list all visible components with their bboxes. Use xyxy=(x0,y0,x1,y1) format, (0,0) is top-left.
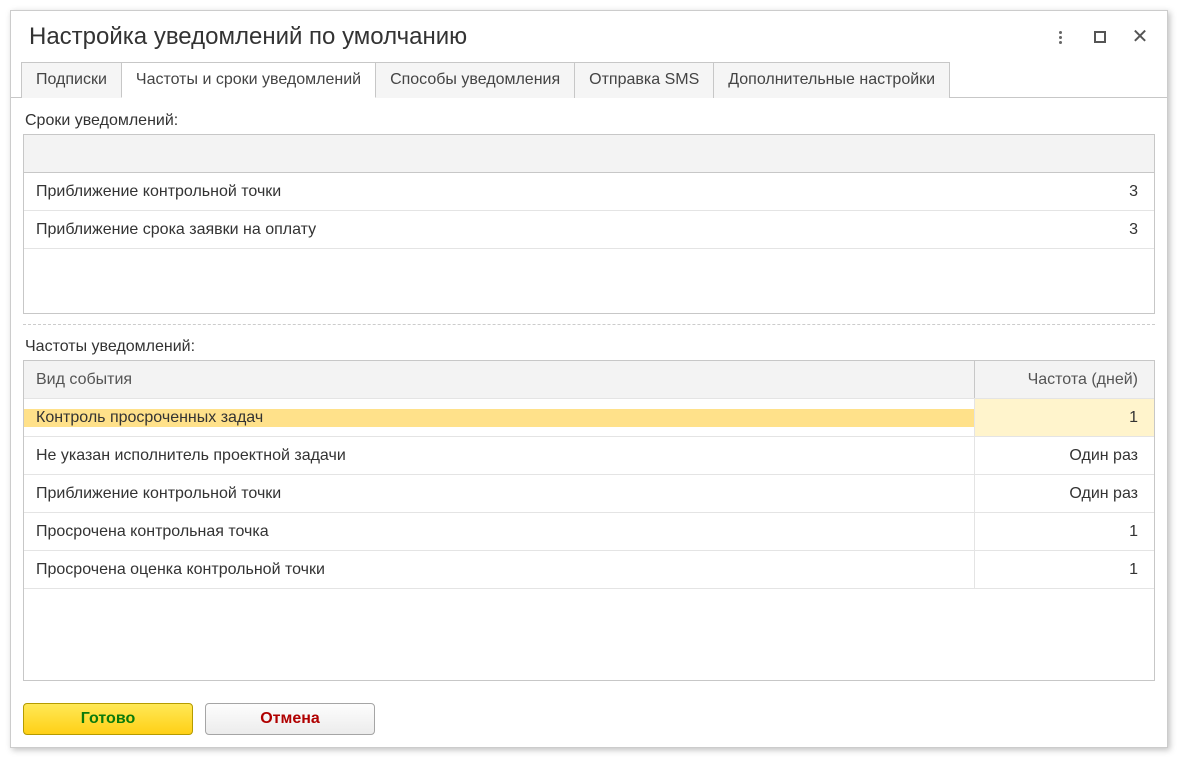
event-name: Контроль просроченных задач xyxy=(24,409,974,427)
kebab-icon xyxy=(1059,31,1062,44)
table-row[interactable]: Просрочена оценка контрольной точки 1 xyxy=(24,551,1154,589)
tab-sms[interactable]: Отправка SMS xyxy=(574,62,714,98)
close-icon: ✕ xyxy=(1132,27,1149,47)
ok-button[interactable]: Готово xyxy=(23,703,193,735)
event-name: Приближение контрольной точки xyxy=(24,485,974,503)
tab-frequency-deadlines[interactable]: Частоты и сроки уведомлений xyxy=(121,62,376,98)
dialog-window: Настройка уведомлений по умолчанию ✕ Под… xyxy=(10,10,1168,748)
deadlines-table[interactable]: Приближение контрольной точки 3 Приближе… xyxy=(23,134,1155,314)
table-row[interactable]: Контроль просроченных задач 1 xyxy=(24,399,1154,437)
section-divider[interactable] xyxy=(23,324,1155,328)
event-value: Один раз xyxy=(974,475,1154,512)
event-name: Просрочена контрольная точка xyxy=(24,523,974,541)
deadlines-label: Сроки уведомлений: xyxy=(25,112,1155,130)
frequency-header: Вид события Частота (дней) xyxy=(24,361,1154,399)
window-controls: ✕ xyxy=(1051,28,1149,46)
event-name: Не указан исполнитель проектной задачи xyxy=(24,447,974,465)
table-row[interactable]: Приближение контрольной точки 3 xyxy=(24,173,1154,211)
tab-additional[interactable]: Дополнительные настройки xyxy=(713,62,950,98)
col-event: Вид события xyxy=(24,371,974,389)
event-value: 1 xyxy=(974,513,1154,550)
event-value: 3 xyxy=(974,211,1154,248)
table-row[interactable]: Приближение срока заявки на оплату 3 xyxy=(24,211,1154,249)
tab-subscriptions[interactable]: Подписки xyxy=(21,62,122,98)
close-button[interactable]: ✕ xyxy=(1131,28,1149,46)
more-button[interactable] xyxy=(1051,28,1069,46)
tab-content: Сроки уведомлений: Приближение контрольн… xyxy=(11,98,1167,691)
event-name: Приближение срока заявки на оплату xyxy=(24,221,974,239)
table-row[interactable]: Просрочена контрольная точка 1 xyxy=(24,513,1154,551)
event-value: 1 xyxy=(974,399,1154,436)
event-name: Приближение контрольной точки xyxy=(24,183,974,201)
deadlines-header xyxy=(24,135,1154,173)
tab-methods[interactable]: Способы уведомления xyxy=(375,62,575,98)
col-frequency: Частота (дней) xyxy=(974,361,1154,398)
table-row[interactable]: Не указан исполнитель проектной задачи О… xyxy=(24,437,1154,475)
event-value: 3 xyxy=(974,173,1154,210)
event-value: Один раз xyxy=(974,437,1154,474)
frequency-table[interactable]: Вид события Частота (дней) Контроль прос… xyxy=(23,360,1155,681)
cancel-button[interactable]: Отмена xyxy=(205,703,375,735)
event-value: 1 xyxy=(974,551,1154,588)
frequency-label: Частоты уведомлений: xyxy=(25,338,1155,356)
footer: Готово Отмена xyxy=(11,691,1167,747)
titlebar: Настройка уведомлений по умолчанию ✕ xyxy=(11,11,1167,61)
maximize-button[interactable] xyxy=(1091,28,1109,46)
window-title: Настройка уведомлений по умолчанию xyxy=(29,23,1051,51)
tab-bar: Подписки Частоты и сроки уведомлений Спо… xyxy=(11,61,1167,98)
maximize-icon xyxy=(1094,31,1106,43)
table-row[interactable]: Приближение контрольной точки Один раз xyxy=(24,475,1154,513)
event-name: Просрочена оценка контрольной точки xyxy=(24,561,974,579)
